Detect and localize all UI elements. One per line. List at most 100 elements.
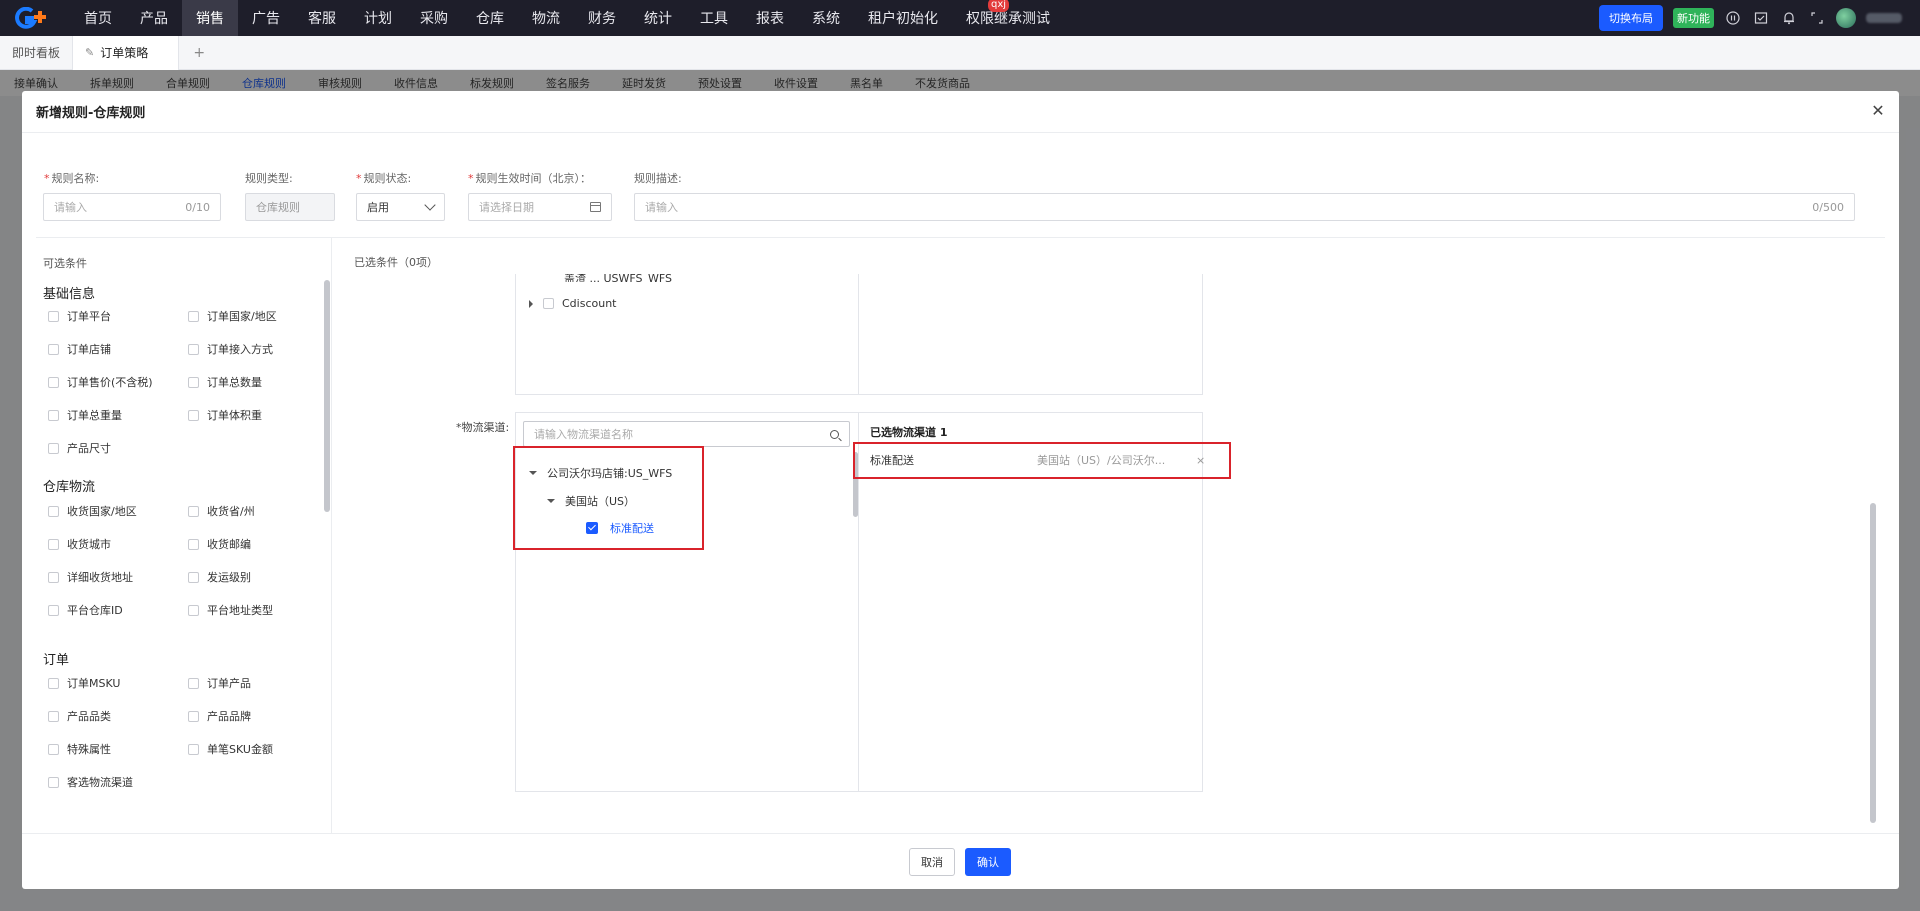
section-basic-info: 基础信息 <box>43 287 96 302</box>
task-check-icon[interactable] <box>1752 9 1770 27</box>
condition-checkbox[interactable]: 订单店铺 <box>48 341 111 357</box>
pause-icon[interactable] <box>1724 9 1742 27</box>
rule-desc-placeholder: 请输入 <box>645 201 678 214</box>
nav-item-tenant-init[interactable]: 租户初始化 <box>854 0 952 36</box>
close-icon[interactable]: ✕ <box>1869 101 1887 120</box>
tab-dashboard[interactable]: 即时看板 <box>0 36 72 70</box>
condition-checkbox[interactable]: 订单国家/地区 <box>188 308 277 324</box>
platform-tree-box <box>515 274 859 395</box>
condition-checkbox[interactable]: 收货城市 <box>48 536 111 552</box>
rule-desc-input[interactable]: 请输入 0/500 <box>634 193 1855 221</box>
username-blurred[interactable] <box>1866 13 1902 23</box>
nav-item-logistics[interactable]: 物流 <box>518 0 574 36</box>
effective-date-picker[interactable]: 请选择日期 <box>468 193 612 221</box>
tree-node-cdiscount[interactable]: Cdiscount <box>529 297 616 310</box>
condition-checkbox[interactable]: 详细收货地址 <box>48 569 133 585</box>
nav-item-permission-test[interactable]: 权限继承测试 qxj <box>952 0 1064 36</box>
rule-name-label: * 规则名称: <box>44 172 100 185</box>
nav-item-service[interactable]: 客服 <box>294 0 350 36</box>
rule-desc-counter: 0/500 <box>1812 200 1844 214</box>
rule-type-label: 规则类型: <box>245 172 293 185</box>
condition-checkbox[interactable]: 订单平台 <box>48 308 111 324</box>
condition-checkbox[interactable]: 订单总重量 <box>48 407 122 423</box>
add-rule-modal: 新增规则-仓库规则 ✕ * 规则名称: 请输入 0/10 规则类型: 仓库规则 *… <box>22 91 1899 889</box>
condition-checkbox[interactable]: 发运级别 <box>188 569 251 585</box>
nav-right: 切换布局 新功能 <box>1599 0 1920 36</box>
condition-checkbox[interactable]: 平台仓库ID <box>48 602 123 618</box>
condition-checkbox[interactable]: 订单总数量 <box>188 374 262 390</box>
calendar-icon <box>590 202 601 212</box>
condition-checkbox[interactable]: 客选物流渠道 <box>48 774 133 790</box>
rule-name-placeholder: 请输入 <box>54 201 87 214</box>
nav-item-reports[interactable]: 报表 <box>742 0 798 36</box>
optional-conditions-panel: 可选条件 基础信息 订单平台 订单国家/地区 订单店铺 订单接入方式 订单售价(… <box>22 238 332 834</box>
search-placeholder: 请输入物流渠道名称 <box>534 428 633 441</box>
condition-checkbox[interactable]: 产品品牌 <box>188 708 251 724</box>
nav-item-warehouse[interactable]: 仓库 <box>462 0 518 36</box>
add-tab-button[interactable]: + <box>179 45 219 61</box>
condition-checkbox[interactable]: 产品品类 <box>48 708 111 724</box>
rule-name-input[interactable]: 请输入 0/10 <box>43 193 221 221</box>
nav-item-product[interactable]: 产品 <box>126 0 182 36</box>
selected-channels-title: 已选物流渠道 1 <box>870 426 948 439</box>
nav-item-label: 权限继承测试 <box>966 11 1050 27</box>
condition-checkbox[interactable]: 订单产品 <box>188 675 251 691</box>
clipped-tree-row: 盖渣 ... USWFS_WFS <box>564 274 673 282</box>
condition-checkbox[interactable]: 平台地址类型 <box>188 602 273 618</box>
condition-checkbox[interactable]: 特殊属性 <box>48 741 111 757</box>
condition-checkbox[interactable]: 订单售价(不含税) <box>48 374 153 390</box>
optional-conditions-title: 可选条件 <box>43 257 87 270</box>
rule-status-label: * 规则状态: <box>356 172 412 185</box>
nav-item-finance[interactable]: 财务 <box>574 0 630 36</box>
pin-icon[interactable]: ✎ <box>85 46 94 59</box>
nav-item-system[interactable]: 系统 <box>798 0 854 36</box>
new-feature-button[interactable]: 新功能 <box>1673 8 1714 28</box>
condition-checkbox[interactable]: 单笔SKU金额 <box>188 741 273 757</box>
caret-right-icon[interactable] <box>529 299 533 308</box>
bell-icon[interactable] <box>1780 9 1798 27</box>
page-tabs: 即时看板 ✎ 订单策略 + <box>0 35 1920 70</box>
logo[interactable] <box>0 0 70 36</box>
nav-item-stats[interactable]: 统计 <box>630 0 686 36</box>
condition-checkbox[interactable]: 订单MSKU <box>48 675 120 691</box>
logistics-channel-label: *物流渠道: <box>456 421 510 434</box>
switch-layout-button[interactable]: 切换布局 <box>1599 5 1663 31</box>
rule-desc-label: 规则描述: <box>634 172 682 185</box>
checkbox[interactable] <box>543 298 554 309</box>
content-scrollbar[interactable] <box>1870 503 1876 823</box>
condition-checkbox[interactable]: 订单接入方式 <box>188 341 273 357</box>
condition-checkbox[interactable]: 收货国家/地区 <box>48 503 137 519</box>
nav-item-ads[interactable]: 广告 <box>238 0 294 36</box>
condition-checkbox[interactable]: 收货省/州 <box>188 503 255 519</box>
condition-checkbox[interactable]: 收货邮编 <box>188 536 251 552</box>
modal-footer: 取消 确认 <box>22 833 1899 889</box>
tab-order-strategy[interactable]: ✎ 订单策略 <box>72 35 180 70</box>
nav-item-tools[interactable]: 工具 <box>686 0 742 36</box>
nav-item-sales[interactable]: 销售 <box>182 0 238 36</box>
section-warehouse-logistics: 仓库物流 <box>43 480 96 495</box>
nav-item-purchase[interactable]: 采购 <box>406 0 462 36</box>
rule-name-counter: 0/10 <box>185 200 210 214</box>
left-panel-scrollbar[interactable] <box>324 280 330 512</box>
nav-item-home[interactable]: 首页 <box>70 0 126 36</box>
user-badge: qxj <box>988 0 1010 12</box>
logistics-search-input[interactable]: 请输入物流渠道名称 <box>523 421 850 447</box>
condition-checkbox[interactable]: 订单体积重 <box>188 407 262 423</box>
rule-type-value: 仓库规则 <box>256 201 300 214</box>
cancel-button[interactable]: 取消 <box>909 848 955 876</box>
platform-selected-box <box>859 274 1203 395</box>
avatar[interactable] <box>1836 8 1856 28</box>
confirm-button[interactable]: 确认 <box>965 848 1011 876</box>
nav-item-plan[interactable]: 计划 <box>350 0 406 36</box>
highlight-box-tree <box>513 446 704 550</box>
chevron-down-icon <box>424 199 436 211</box>
rule-status-select[interactable]: 启用 <box>356 193 445 221</box>
top-nav: 首页 产品 销售 广告 客服 计划 采购 仓库 物流 财务 统计 工具 报表 系… <box>0 0 1920 36</box>
condition-checkbox[interactable]: 产品尺寸 <box>48 440 111 456</box>
fullscreen-icon[interactable] <box>1808 9 1826 27</box>
effective-time-label: * 规则生效时间（北京）： <box>468 172 591 185</box>
effective-date-placeholder: 请选择日期 <box>479 201 534 214</box>
search-icon[interactable] <box>830 429 839 439</box>
modal-title: 新增规则-仓库规则 <box>22 91 1899 133</box>
rule-type-field: 仓库规则 <box>245 193 335 221</box>
